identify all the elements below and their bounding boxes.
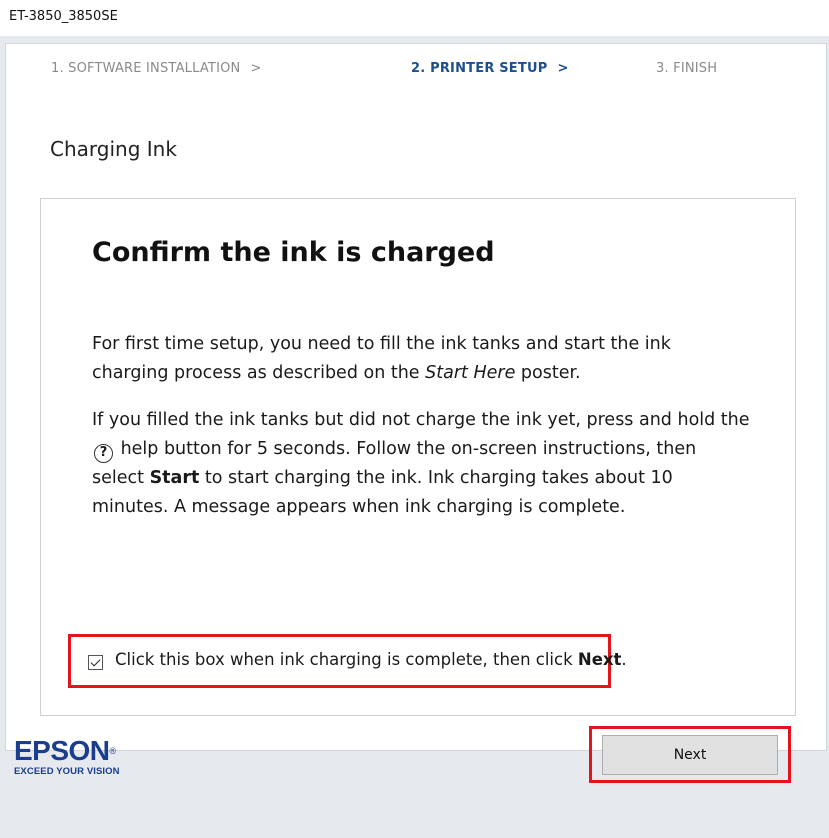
section-title: Charging Ink: [50, 137, 177, 161]
help-icon: ?: [94, 444, 113, 463]
next-highlight: Next: [589, 726, 791, 783]
poster-name: Start Here: [425, 363, 516, 383]
content-panel: 1. SOFTWARE INSTALLATION > 2. PRINTER SET…: [5, 43, 827, 751]
text-segment: poster.: [515, 363, 581, 383]
next-keyword: Next: [577, 650, 622, 669]
text-segment: For first time setup, you need to fill t…: [92, 334, 671, 383]
step-indicator: 1. SOFTWARE INSTALLATION > 2. PRINTER SET…: [6, 44, 826, 84]
text-segment: .: [621, 650, 627, 669]
logo-tagline: EXCEED YOUR VISION: [14, 766, 120, 777]
next-button[interactable]: Next: [602, 735, 778, 775]
instruction-card: Confirm the ink is charged For first tim…: [40, 198, 796, 716]
step-label: 2. PRINTER SETUP: [411, 61, 548, 76]
logo-wordmark: EPSON: [14, 735, 110, 766]
text-segment: Click this box when ink charging is comp…: [115, 650, 578, 669]
step-software-installation: 1. SOFTWARE INSTALLATION >: [51, 61, 262, 76]
registered-mark: ®: [109, 746, 117, 756]
ink-charged-checkbox[interactable]: [88, 655, 103, 670]
epson-logo: EPSON® EXCEED YOUR VISION: [14, 735, 120, 778]
step-printer-setup: 2. PRINTER SETUP >: [411, 61, 569, 76]
start-keyword: Start: [149, 468, 200, 488]
step-label: 3. FINISH: [656, 61, 718, 76]
instruction-paragraph-1: For first time setup, you need to fill t…: [92, 330, 752, 388]
instruction-paragraph-2: If you filled the ink tanks but did not …: [92, 406, 752, 522]
text-segment: If you filled the ink tanks but did not …: [92, 410, 750, 430]
card-heading: Confirm the ink is charged: [92, 237, 495, 268]
window-body: 1. SOFTWARE INSTALLATION > 2. PRINTER SET…: [0, 36, 829, 838]
step-label: 1. SOFTWARE INSTALLATION: [51, 61, 241, 76]
chevron-right-icon: >: [250, 61, 262, 76]
chevron-right-icon: >: [557, 61, 569, 76]
confirm-highlight: Click this box when ink charging is comp…: [68, 634, 627, 688]
checkbox-label[interactable]: Click this box when ink charging is comp…: [115, 650, 627, 669]
title-bar: ET-3850_3850SE: [0, 0, 829, 36]
step-finish: 3. FINISH: [656, 61, 717, 76]
window-title: ET-3850_3850SE: [9, 9, 118, 24]
checkmark-icon: [90, 656, 101, 667]
